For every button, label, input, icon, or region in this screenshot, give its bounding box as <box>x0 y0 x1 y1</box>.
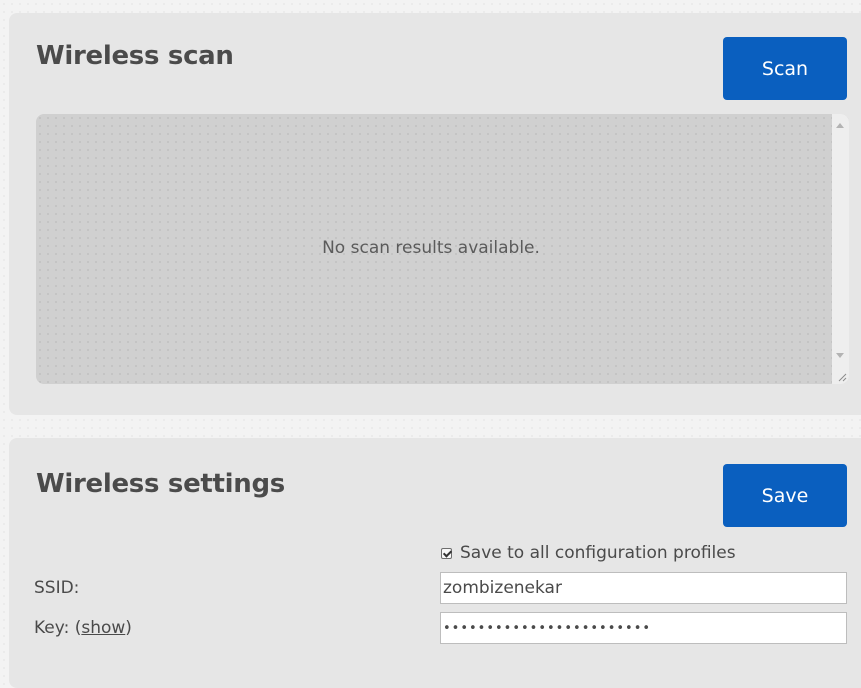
scroll-down-arrow-icon[interactable] <box>836 353 844 358</box>
ssid-label: SSID: <box>34 578 80 598</box>
scan-results-scrollbar[interactable] <box>832 114 849 384</box>
wireless-settings-title: Wireless settings <box>36 469 285 499</box>
resize-grip-icon[interactable] <box>837 372 847 382</box>
show-key-link[interactable]: show <box>81 618 125 638</box>
ssid-input[interactable] <box>440 572 847 604</box>
wireless-settings-panel: Wireless settings Save Save to all confi… <box>9 438 861 688</box>
wireless-scan-panel: Wireless scan Scan No scan results avail… <box>9 13 861 415</box>
key-input[interactable] <box>440 612 847 644</box>
save-all-profiles-option[interactable]: Save to all configuration profiles <box>441 542 736 564</box>
save-all-profiles-label: Save to all configuration profiles <box>460 543 736 563</box>
wireless-scan-title: Wireless scan <box>36 41 234 71</box>
save-all-profiles-checkbox[interactable] <box>441 547 452 559</box>
key-label-row: Key: (show) <box>34 618 132 638</box>
scan-empty-message: No scan results available. <box>322 238 540 258</box>
save-button[interactable]: Save <box>723 464 847 527</box>
scan-results-area[interactable]: No scan results available. <box>36 114 849 384</box>
scroll-up-arrow-icon[interactable] <box>836 123 844 128</box>
key-label: Key: <box>34 618 70 638</box>
scan-button[interactable]: Scan <box>723 37 847 100</box>
